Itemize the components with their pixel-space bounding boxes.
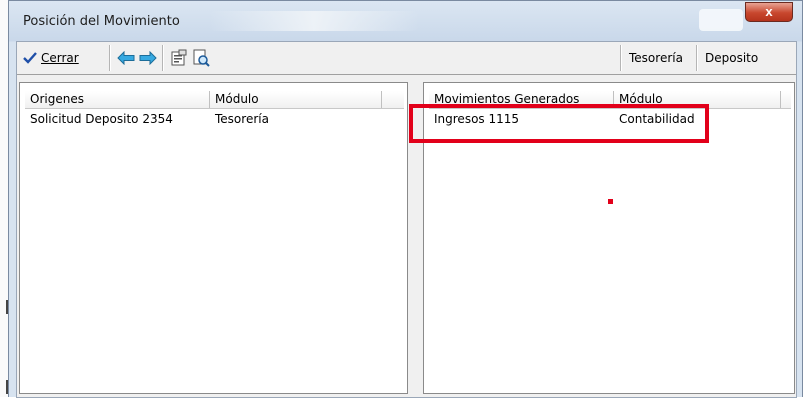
red-marker <box>608 199 613 204</box>
previous-button[interactable] <box>117 46 135 70</box>
origen-cell: Solicitud Deposito 2354 <box>30 112 173 126</box>
close-icon: x <box>765 4 773 19</box>
toolbar-separator <box>620 45 622 71</box>
cerrar-button[interactable]: Cerrar <box>23 46 79 70</box>
check-icon <box>23 52 37 64</box>
toolbar-separator <box>109 45 111 71</box>
origins-list[interactable]: Origenes Módulo Solicitud Deposito 2354 … <box>19 82 408 394</box>
cerrar-label: Cerrar <box>41 51 79 65</box>
preview-button[interactable] <box>192 46 210 70</box>
close-button[interactable]: x <box>745 2 793 22</box>
dialog-window: Posición del Movimiento x Cerrar Tesorer… <box>8 0 803 398</box>
background-window-edge <box>0 0 9 397</box>
toolbar: Cerrar Tesorería Deposito <box>17 42 796 97</box>
toolbar-separator <box>696 45 698 71</box>
blurred-area <box>209 11 419 31</box>
modulo-cell: Tesorería <box>215 112 269 126</box>
table-row[interactable]: Solicitud Deposito 2354 Tesorería <box>25 110 404 128</box>
column-header-modulo[interactable]: Módulo <box>210 91 382 108</box>
dialog-client-area: Cerrar Tesorería Deposito Origenes Módul… <box>16 41 797 398</box>
arrow-left-icon <box>117 51 135 65</box>
toolbar-separator <box>162 45 164 71</box>
blurred-area <box>699 9 743 31</box>
title-bar[interactable]: Posición del Movimiento x <box>9 1 802 39</box>
next-button[interactable] <box>139 46 157 70</box>
properties-button[interactable] <box>170 46 188 70</box>
preview-search-icon <box>193 49 210 67</box>
module-indicator: Tesorería <box>629 51 683 65</box>
arrow-right-icon <box>139 51 157 65</box>
origins-header: Origenes Módulo <box>25 91 404 109</box>
highlight-box <box>409 104 709 143</box>
window-title: Posición del Movimiento <box>23 14 180 29</box>
column-header-origenes[interactable]: Origenes <box>25 91 210 108</box>
properties-icon <box>171 49 187 66</box>
document-indicator: Deposito 11806 <box>705 51 759 97</box>
column-header-filler <box>382 91 404 108</box>
